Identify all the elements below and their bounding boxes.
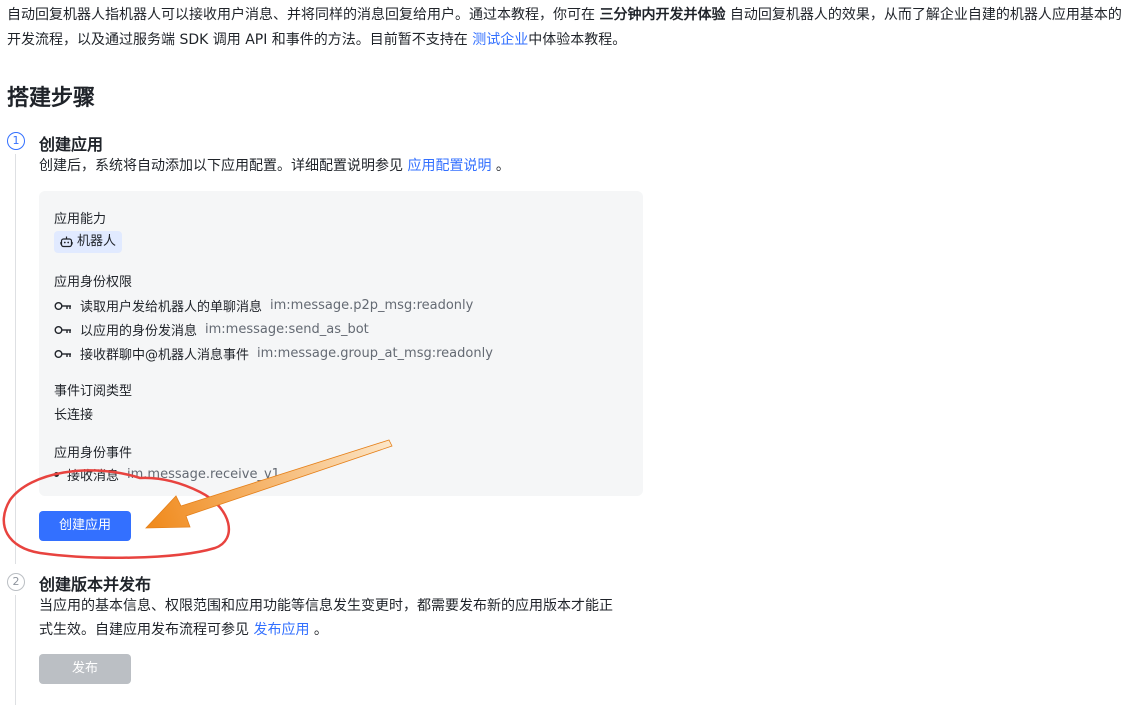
event-code: im.message.receive_v1: [127, 467, 280, 482]
step-2-title: 创建版本并发布: [39, 575, 152, 594]
bullet-icon: [54, 472, 59, 477]
step-1-connector: [15, 154, 16, 564]
intro-text-3: 中体验本教程。: [528, 32, 627, 48]
step-2-connector: [15, 595, 16, 705]
event-label: 应用身份事件: [54, 446, 133, 461]
permission-code: im:message.group_at_msg:readonly: [257, 346, 493, 361]
event-type-value: 长连接: [54, 408, 94, 423]
step-2-desc-tail: 。: [313, 622, 328, 638]
robot-icon: [60, 236, 73, 248]
publish-button: 发布: [39, 654, 131, 684]
permission-name: 读取用户发给机器人的单聊消息: [80, 300, 263, 315]
permission-code: im:message:send_as_bot: [205, 322, 369, 337]
app-config-doc-link[interactable]: 应用配置说明: [407, 158, 491, 174]
permission-row: 以应用的身份发消息 im:message:send_as_bot: [54, 320, 369, 339]
intro-text-1: 自动回复机器人指机器人可以接收用户消息、并将同样的消息回复给用户。通过本教程，你…: [7, 7, 595, 23]
section-title: 搭建步骤: [7, 86, 96, 111]
step-2-desc-line-1: 当应用的基本信息、权限范围和应用功能等信息发生变更时，都需要发布新的应用版本才能…: [39, 598, 613, 614]
key-icon: [54, 325, 71, 334]
step-1-title: 创建应用: [39, 135, 104, 154]
bot-ability-tag: 机器人: [54, 231, 123, 253]
step-2-desc-line-2: 式生效。自建应用发布流程可参见: [39, 622, 249, 638]
step-1-desc-tail: 。: [495, 158, 510, 174]
permission-code: im:message.p2p_msg:readonly: [270, 298, 474, 313]
create-app-button[interactable]: 创建应用: [39, 511, 131, 541]
permission-label: 应用身份权限: [54, 275, 133, 290]
app-config-panel: 应用能力 机器人 应用身份权限 读取用户发给机器人的单聊消息 im:messag…: [39, 191, 643, 496]
test-enterprise-link[interactable]: 测试企业: [472, 32, 528, 48]
event-name: 接收消息: [67, 469, 120, 484]
key-icon: [54, 349, 71, 358]
step-2-number: 2: [7, 573, 25, 591]
ability-label: 应用能力: [54, 212, 107, 227]
step-1-description: 创建后，系统将自动添加以下应用配置。详细配置说明参见 应用配置说明 。: [39, 154, 510, 178]
publish-app-link[interactable]: 发布应用: [253, 622, 309, 638]
permission-row: 读取用户发给机器人的单聊消息 im:message.p2p_msg:readon…: [54, 296, 473, 315]
intro-bold: 三分钟内开发并体验: [599, 7, 726, 23]
step-1-number: 1: [7, 132, 25, 150]
key-icon: [54, 301, 71, 310]
event-type-label: 事件订阅类型: [54, 384, 133, 399]
permission-name: 以应用的身份发消息: [80, 324, 198, 339]
step-1-desc-text: 创建后，系统将自动添加以下应用配置。详细配置说明参见: [39, 158, 403, 174]
permission-name: 接收群聊中@机器人消息事件: [80, 348, 250, 363]
permission-row: 接收群聊中@机器人消息事件 im:message.group_at_msg:re…: [54, 344, 493, 363]
bot-ability-tag-label: 机器人: [77, 234, 117, 249]
intro-paragraph: 自动回复机器人指机器人可以接收用户消息、并将同样的消息回复给用户。通过本教程，你…: [7, 3, 1127, 53]
step-2-description: 当应用的基本信息、权限范围和应用功能等信息发生变更时，都需要发布新的应用版本才能…: [39, 594, 613, 642]
event-row: 接收消息 im.message.receive_v1: [54, 465, 280, 484]
step-2-desc-line-2-wrap: 式生效。自建应用发布流程可参见 发布应用 。: [39, 618, 613, 642]
